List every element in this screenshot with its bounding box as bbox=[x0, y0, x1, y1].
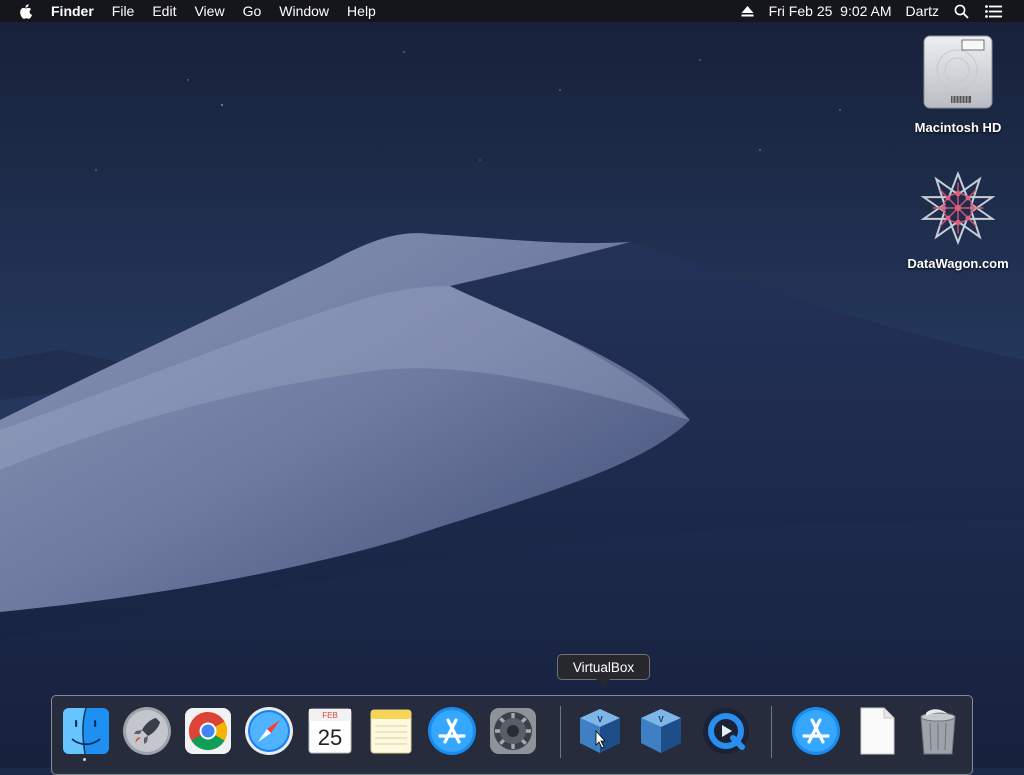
menu-edit[interactable]: Edit bbox=[143, 0, 185, 22]
dock-separator bbox=[560, 706, 561, 758]
launchpad-icon bbox=[123, 707, 171, 755]
finder-icon bbox=[63, 707, 109, 755]
notification-center-button[interactable] bbox=[977, 4, 1024, 18]
app-store-icon bbox=[428, 707, 476, 755]
svg-text:V: V bbox=[597, 715, 603, 724]
document-icon bbox=[860, 707, 895, 755]
eject-button[interactable] bbox=[733, 5, 762, 17]
menu-window[interactable]: Window bbox=[270, 0, 338, 22]
datawagon-logo-icon bbox=[920, 170, 996, 246]
dock-item-quicktime[interactable] bbox=[700, 705, 752, 757]
running-indicator bbox=[83, 758, 86, 761]
notification-center-icon bbox=[985, 4, 1002, 18]
menu-go[interactable]: Go bbox=[234, 0, 271, 22]
dock-item-app-store[interactable] bbox=[426, 705, 478, 757]
menu-view[interactable]: View bbox=[185, 0, 233, 22]
trash-icon bbox=[920, 709, 956, 755]
svg-text:V: V bbox=[658, 715, 664, 724]
app-store-icon bbox=[792, 707, 840, 755]
desktop-icon-datawagon[interactable]: DataWagon.com bbox=[898, 166, 1018, 271]
menu-help[interactable]: Help bbox=[338, 0, 385, 22]
dock-separator bbox=[771, 706, 772, 758]
system-preferences-icon bbox=[490, 708, 536, 754]
notes-icon bbox=[370, 709, 412, 754]
menu-extras: Fri Feb 25 9:02 AM Dartz bbox=[733, 0, 1024, 22]
menu-file[interactable]: File bbox=[103, 0, 144, 22]
eject-icon bbox=[741, 5, 754, 16]
dock-item-safari[interactable] bbox=[243, 705, 295, 757]
dock-item-launchpad[interactable] bbox=[121, 705, 173, 757]
spotlight-search-icon bbox=[954, 4, 969, 19]
dock-item-virtualbox-2[interactable]: V bbox=[635, 705, 687, 757]
spotlight-button[interactable] bbox=[946, 4, 977, 19]
calendar-icon-month: FEB bbox=[322, 711, 338, 720]
desktop-icon-label: DataWagon.com bbox=[907, 256, 1009, 271]
dock-item-finder[interactable] bbox=[60, 705, 112, 757]
desktop-wallpaper bbox=[0, 0, 1024, 768]
clock[interactable]: Fri Feb 25 9:02 AM bbox=[762, 0, 899, 22]
dock: FEB 25 V V bbox=[51, 695, 973, 775]
virtualbox-icon: V bbox=[580, 709, 620, 753]
apple-menu[interactable] bbox=[0, 3, 42, 19]
quicktime-icon bbox=[703, 708, 749, 754]
dock-item-app-store-2[interactable] bbox=[790, 705, 842, 757]
menu-bar: Finder File Edit View Go Window Help Fri… bbox=[0, 0, 1024, 22]
dock-tooltip-arrow bbox=[596, 679, 610, 687]
user-menu[interactable]: Dartz bbox=[899, 0, 946, 22]
dock-item-trash[interactable] bbox=[912, 705, 964, 757]
menu-app-name[interactable]: Finder bbox=[42, 0, 103, 22]
hard-drive-icon bbox=[923, 35, 993, 109]
safari-icon bbox=[245, 707, 293, 755]
chrome-icon bbox=[185, 708, 231, 754]
dock-item-notes[interactable] bbox=[365, 705, 417, 757]
dock-item-document[interactable] bbox=[851, 705, 903, 757]
virtualbox-icon: V bbox=[641, 709, 681, 753]
dock-item-virtualbox[interactable]: V bbox=[574, 705, 626, 757]
dock-item-calendar[interactable]: FEB 25 bbox=[304, 705, 356, 757]
calendar-icon-day: 25 bbox=[318, 725, 342, 750]
dock-item-chrome[interactable] bbox=[182, 705, 234, 757]
apple-logo-icon bbox=[20, 3, 32, 19]
calendar-icon: FEB 25 bbox=[308, 708, 352, 754]
desktop-icon-label: Macintosh HD bbox=[914, 120, 1002, 135]
dock-item-system-preferences[interactable] bbox=[487, 705, 539, 757]
dock-tooltip: VirtualBox bbox=[557, 654, 650, 680]
desktop-icon-macintosh-hd[interactable]: Macintosh HD bbox=[898, 30, 1018, 135]
